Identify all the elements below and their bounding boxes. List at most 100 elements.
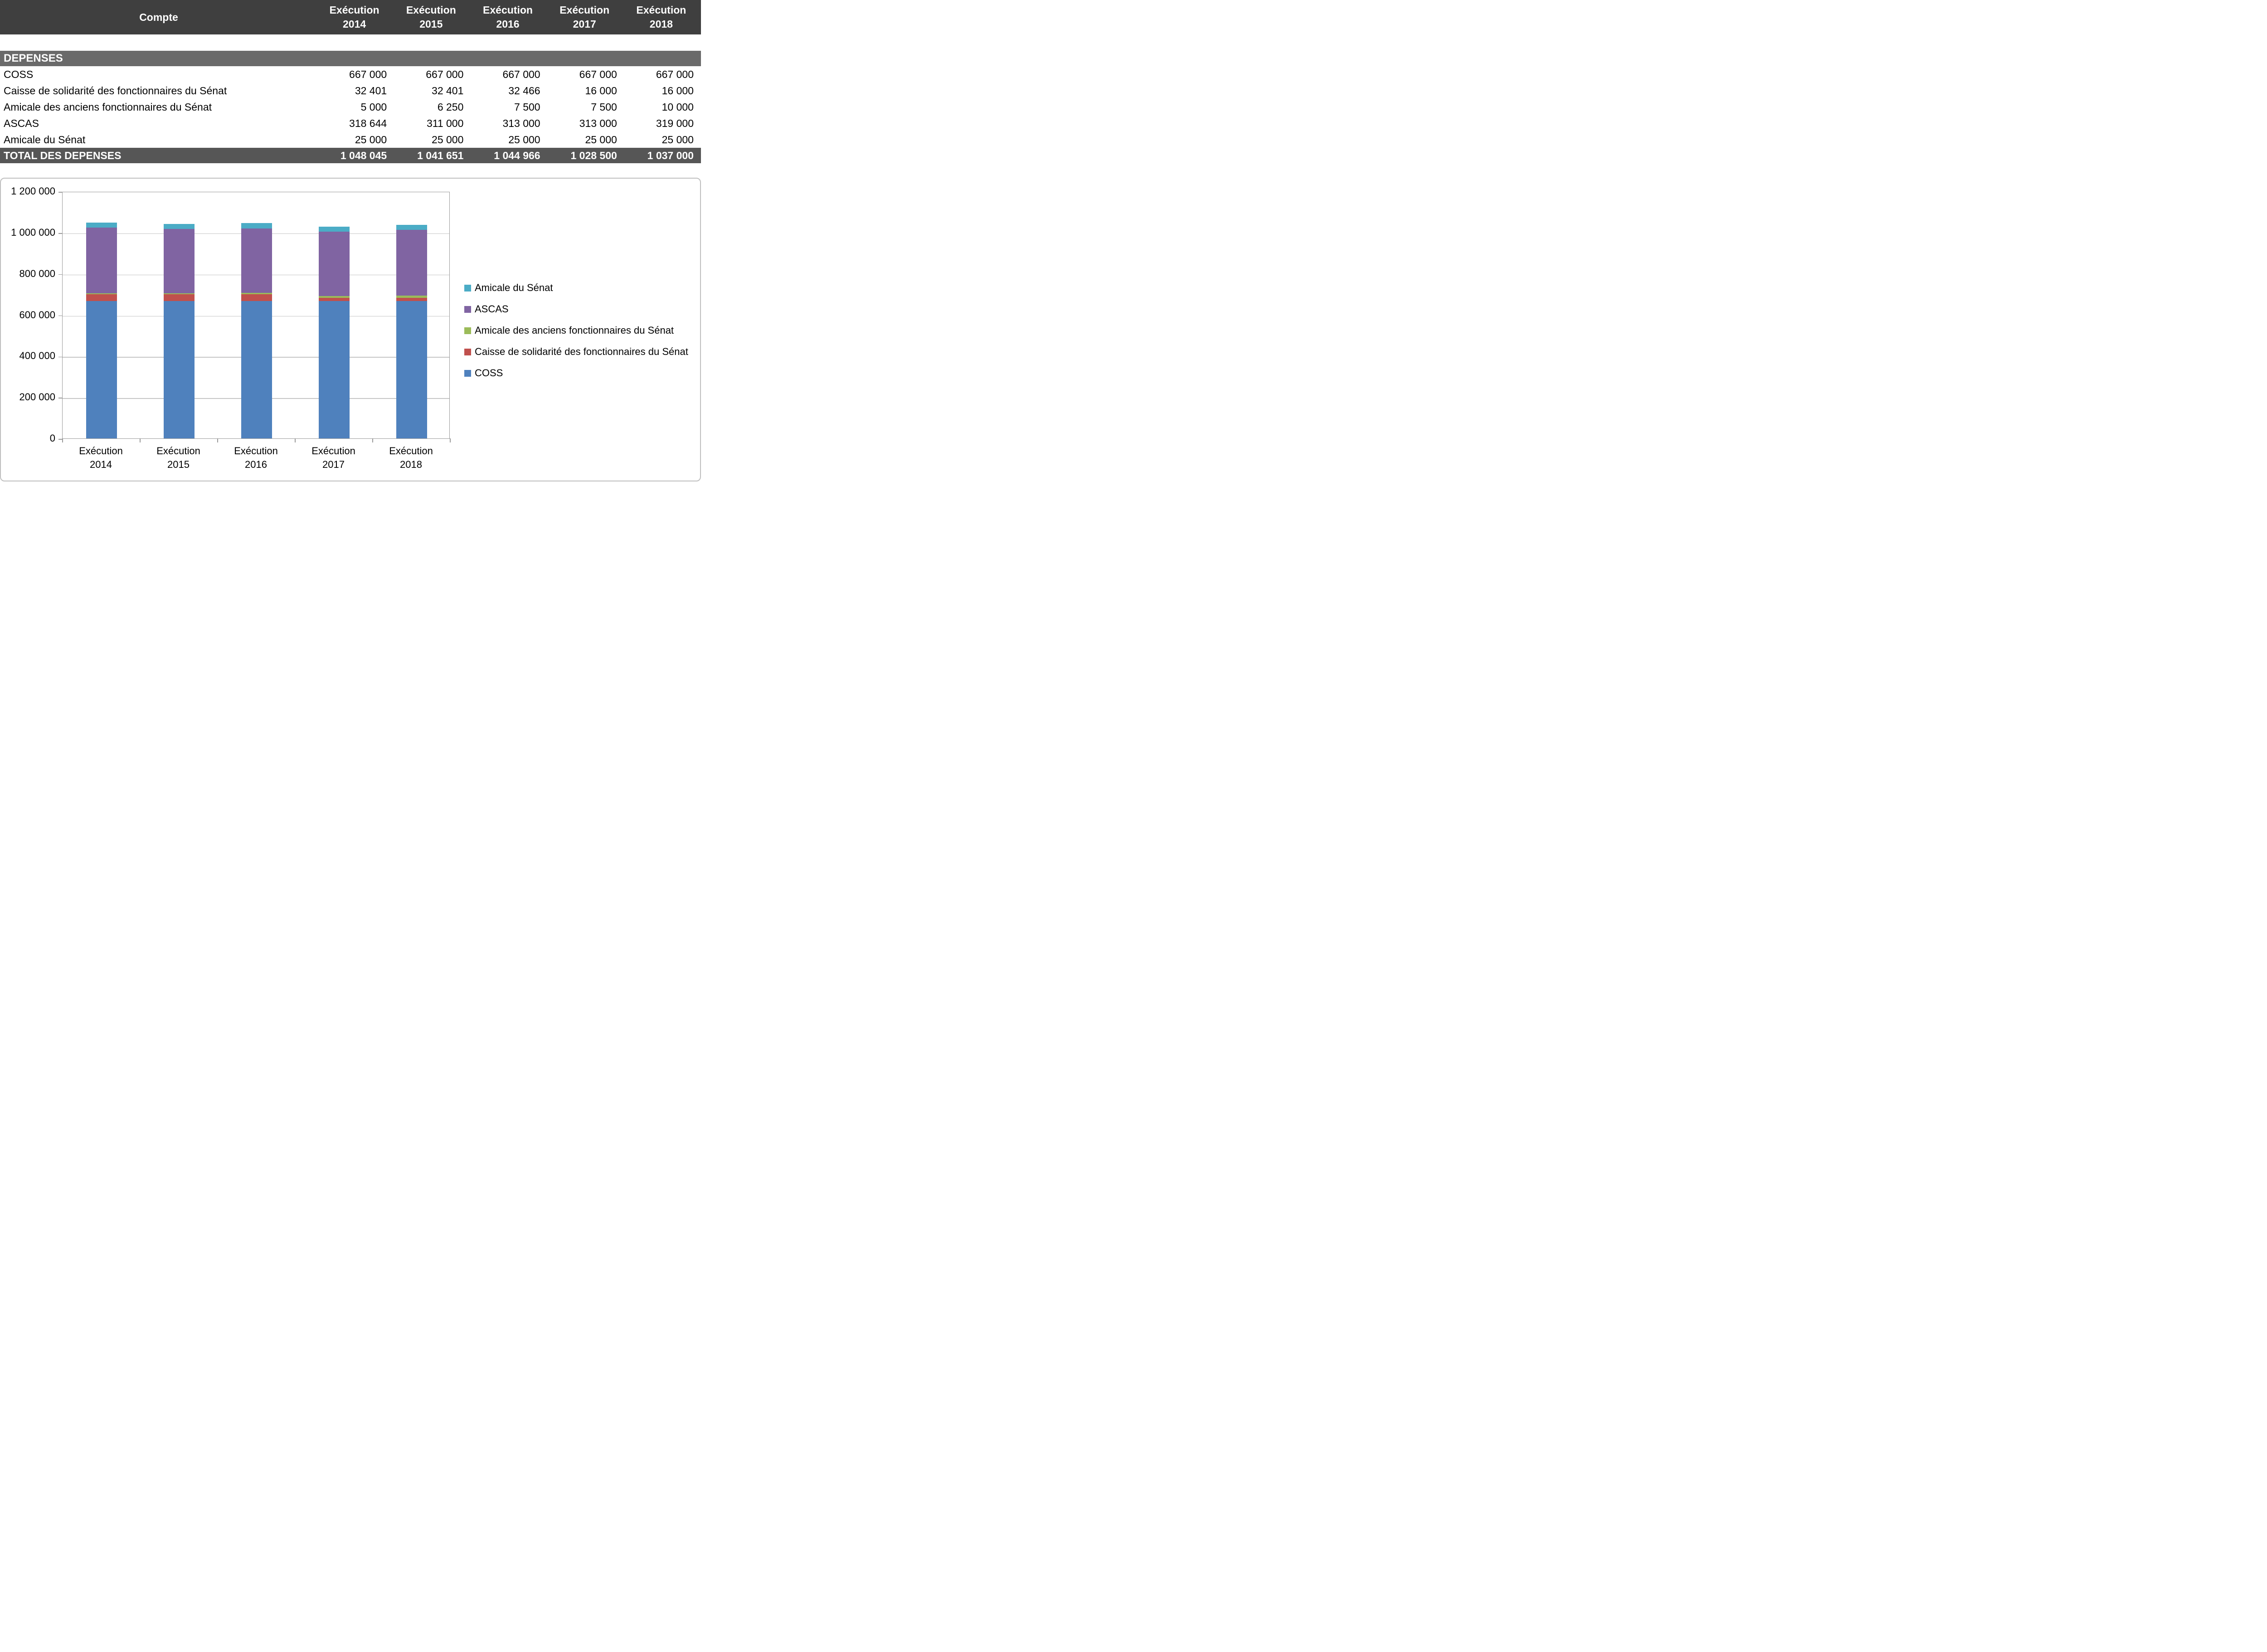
- bar-segment-caisse-de-solidarit-des-fonctionnaires-du-s-nat: [319, 298, 350, 301]
- bar-segment-amicale-du-s-nat: [319, 227, 350, 232]
- legend-swatch: [464, 327, 471, 334]
- y-axis-tick-label: 400 000: [1, 350, 55, 362]
- cell-value: 667 000: [471, 68, 547, 81]
- x-axis-tick: [140, 438, 141, 442]
- y-axis-tick-label: 1 200 000: [1, 185, 55, 197]
- row-label: Amicale des anciens fonctionnaires du Sé…: [0, 101, 317, 113]
- y-axis-tick: [58, 357, 63, 358]
- header-year-line2: 2014: [343, 17, 366, 31]
- x-axis-category-label: Exécution 2017: [304, 444, 364, 471]
- legend-swatch: [464, 306, 471, 313]
- y-axis-tick-label: 0: [1, 432, 55, 444]
- bar-segment-ascas: [241, 228, 272, 293]
- y-axis-tick-label: 200 000: [1, 391, 55, 403]
- legend-item: COSS: [464, 367, 688, 379]
- legend-item: ASCAS: [464, 303, 688, 315]
- cell-value: 319 000: [624, 117, 701, 130]
- y-axis-tick-label: 600 000: [1, 309, 55, 321]
- table-row: COSS 667 000 667 000 667 000 667 000 667…: [0, 66, 701, 83]
- stacked-bar-chart: 0 200 000 400 000 600 000 800 000 1 000 000 1 …: [0, 178, 701, 481]
- report-page: Compte Exécution 2014 Exécution 2015 Exé…: [0, 0, 701, 484]
- bar-segment-coss: [164, 301, 195, 438]
- total-row: TOTAL DES DEPENSES 1 048 045 1 041 651 1…: [0, 148, 701, 163]
- cell-value: 6 250: [394, 101, 471, 113]
- cell-value: 667 000: [394, 68, 471, 81]
- cell-value: 7 500: [548, 101, 624, 113]
- cell-value: 25 000: [624, 134, 701, 146]
- bar-segment-amicale-des-anciens-fonctionnaires-du-s-nat: [241, 293, 272, 294]
- bar-segment-ascas: [164, 229, 195, 293]
- total-value: 1 037 000: [624, 150, 701, 162]
- bar-segment-caisse-de-solidarit-des-fonctionnaires-du-s-nat: [241, 294, 272, 301]
- bar-segment-amicale-des-anciens-fonctionnaires-du-s-nat: [319, 296, 350, 297]
- total-value: 1 048 045: [317, 150, 394, 162]
- expenses-table: Compte Exécution 2014 Exécution 2015 Exé…: [0, 0, 701, 163]
- header-year-line2: 2016: [496, 17, 519, 31]
- row-label: ASCAS: [0, 117, 317, 130]
- header-cell-year-2014: Exécution 2014: [317, 3, 394, 31]
- bar-segment-coss: [241, 301, 272, 438]
- bar-segment-caisse-de-solidarit-des-fonctionnaires-du-s-nat: [86, 294, 117, 301]
- bar-segment-caisse-de-solidarit-des-fonctionnaires-du-s-nat: [164, 294, 195, 301]
- y-axis-tick: [58, 274, 63, 275]
- total-value: 1 028 500: [548, 150, 624, 162]
- x-axis-tick: [217, 438, 218, 442]
- bar-segment-ascas: [319, 232, 350, 296]
- chart-legend: Amicale du Sénat ASCAS Amicale des anciens…: [464, 282, 688, 379]
- cell-value: 32 466: [471, 85, 547, 97]
- cell-value: 667 000: [317, 68, 394, 81]
- y-axis-tick: [58, 233, 63, 234]
- header-year-line1: Exécution: [406, 3, 456, 17]
- x-axis-tick: [295, 438, 296, 442]
- legend-swatch: [464, 370, 471, 377]
- legend-label: Amicale du Sénat: [475, 282, 553, 294]
- bar-segment-ascas: [396, 230, 427, 296]
- bar-segment-amicale-du-s-nat: [396, 225, 427, 230]
- total-value: 1 041 651: [394, 150, 471, 162]
- bar-segment-amicale-des-anciens-fonctionnaires-du-s-nat: [86, 293, 117, 294]
- legend-label: Caisse de solidarité des fonctionnaires …: [475, 346, 688, 358]
- section-header-depenses: DEPENSES: [0, 51, 701, 66]
- cell-value: 7 500: [471, 101, 547, 113]
- legend-label: ASCAS: [475, 303, 509, 315]
- row-label: Caisse de solidarité des fonctionnaires …: [0, 85, 317, 97]
- bar-segment-amicale-du-s-nat: [164, 224, 195, 229]
- bar-segment-amicale-du-s-nat: [86, 223, 117, 228]
- legend-swatch: [464, 349, 471, 355]
- cell-value: 25 000: [394, 134, 471, 146]
- bar-segment-amicale-des-anciens-fonctionnaires-du-s-nat: [396, 296, 427, 298]
- total-value: 1 044 966: [471, 150, 547, 162]
- table-row: Amicale du Sénat 25 000 25 000 25 000 25…: [0, 131, 701, 148]
- cell-value: 25 000: [471, 134, 547, 146]
- cell-value: 25 000: [548, 134, 624, 146]
- cell-value: 25 000: [317, 134, 394, 146]
- legend-item: Caisse de solidarité des fonctionnaires …: [464, 346, 688, 358]
- table-header-row: Compte Exécution 2014 Exécution 2015 Exé…: [0, 0, 701, 34]
- header-cell-year-2015: Exécution 2015: [394, 3, 471, 31]
- header-year-line1: Exécution: [483, 3, 533, 17]
- bar-segment-coss: [396, 301, 427, 438]
- cell-value: 16 000: [548, 85, 624, 97]
- x-axis-tick: [372, 438, 373, 442]
- header-year-line1: Exécution: [636, 3, 686, 17]
- row-label: Amicale du Sénat: [0, 134, 317, 146]
- bar-segment-amicale-des-anciens-fonctionnaires-du-s-nat: [164, 293, 195, 295]
- header-cell-year-2017: Exécution 2017: [548, 3, 624, 31]
- legend-label: Amicale des anciens fonctionnaires du Sé…: [475, 325, 674, 336]
- y-axis-tick-label: 1 000 000: [1, 227, 55, 238]
- bar-segment-ascas: [86, 228, 117, 293]
- y-axis-tick: [58, 192, 63, 193]
- x-axis-category-label: Exécution 2018: [381, 444, 441, 471]
- bar-segment-coss: [319, 301, 350, 438]
- header-cell-year-2018: Exécution 2018: [624, 3, 701, 31]
- cell-value: 311 000: [394, 117, 471, 130]
- legend-label: COSS: [475, 367, 503, 379]
- x-axis-category-label: Exécution 2016: [226, 444, 286, 471]
- y-axis-tick-label: 800 000: [1, 268, 55, 280]
- header-year-line1: Exécution: [559, 3, 609, 17]
- header-year-line2: 2018: [650, 17, 673, 31]
- x-axis-tick: [62, 438, 63, 442]
- legend-item: Amicale des anciens fonctionnaires du Sé…: [464, 325, 688, 336]
- cell-value: 5 000: [317, 101, 394, 113]
- row-label: COSS: [0, 68, 317, 81]
